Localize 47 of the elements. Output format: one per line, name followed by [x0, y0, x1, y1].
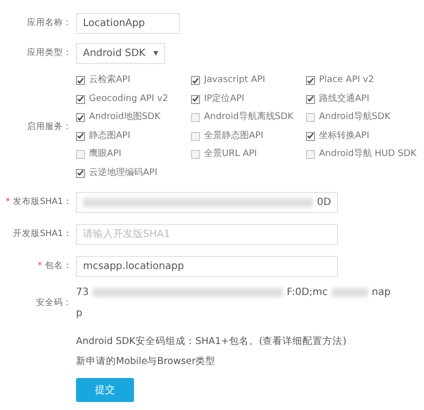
field-label: 开发版SHA1：: [12, 228, 72, 240]
service-checkbox[interactable]: Geocoding API v2: [76, 92, 191, 106]
field-label: 应用类型：: [27, 46, 72, 60]
submit-button[interactable]: 提交: [76, 378, 134, 402]
field-label: 应用名称：: [27, 16, 72, 30]
check-icon: [192, 95, 199, 104]
check-icon: [307, 76, 314, 85]
service-checkbox[interactable]: 云检索API: [76, 74, 191, 88]
text-field[interactable]: LocationApp: [76, 12, 180, 34]
check-icon: [77, 95, 84, 104]
service-checkbox[interactable]: Android导航 HUD SDK: [306, 148, 424, 162]
text-field[interactable]: 0D: [76, 192, 338, 212]
field-label: 发布版SHA1：: [12, 196, 72, 208]
service-checkbox[interactable]: Javascript API: [191, 74, 306, 88]
service-checkbox[interactable]: 云逆地理编码API: [76, 166, 191, 180]
text-field[interactable]: mcsapp.locationapp: [76, 256, 338, 276]
service-checkbox[interactable]: 路线交通API: [306, 92, 424, 106]
check-icon: [77, 132, 84, 140]
field-label: 包名：: [45, 260, 72, 272]
service-checkbox[interactable]: IP定位API: [191, 92, 306, 106]
service-checkbox[interactable]: Android导航离线SDK: [191, 111, 306, 124]
service-checkbox[interactable]: 坐标转换API: [306, 130, 424, 143]
check-icon: [192, 76, 199, 85]
security-code-text: nap: [372, 286, 391, 300]
check-icon: [77, 114, 84, 122]
service-checkbox[interactable]: 静态图API: [76, 130, 191, 143]
field-label: 安全码：: [36, 296, 72, 310]
text-field[interactable]: 请输入开发版SHA1: [76, 224, 338, 244]
redaction-blur: [332, 288, 368, 297]
service-checkbox[interactable]: 全景静态图API: [191, 130, 306, 143]
note-text: 新申请的Mobile与Browser类型: [75, 355, 217, 369]
check-icon: [307, 95, 314, 104]
check-icon: [307, 132, 314, 140]
check-icon: [77, 169, 84, 178]
security-code-text: p: [76, 307, 84, 321]
service-checkbox[interactable]: Android地图SDK: [76, 111, 191, 124]
service-checkbox[interactable]: 全景URL API: [191, 148, 306, 162]
service-checkbox[interactable]: Android导航SDK: [306, 111, 424, 124]
service-checkbox[interactable]: 鹰眼API: [76, 148, 191, 162]
field-label: 启用服务：: [27, 120, 72, 134]
security-code-text: F:0D;mc: [286, 286, 328, 300]
check-icon: [77, 76, 84, 85]
required-mark: *: [38, 260, 42, 272]
required-mark: *: [6, 196, 10, 208]
service-checkbox[interactable]: Place API v2: [306, 74, 424, 88]
note-text: Android SDK安全码组成：SHA1+包名。(查看详细配置方法): [75, 335, 348, 349]
security-code-text: 73: [76, 286, 89, 300]
